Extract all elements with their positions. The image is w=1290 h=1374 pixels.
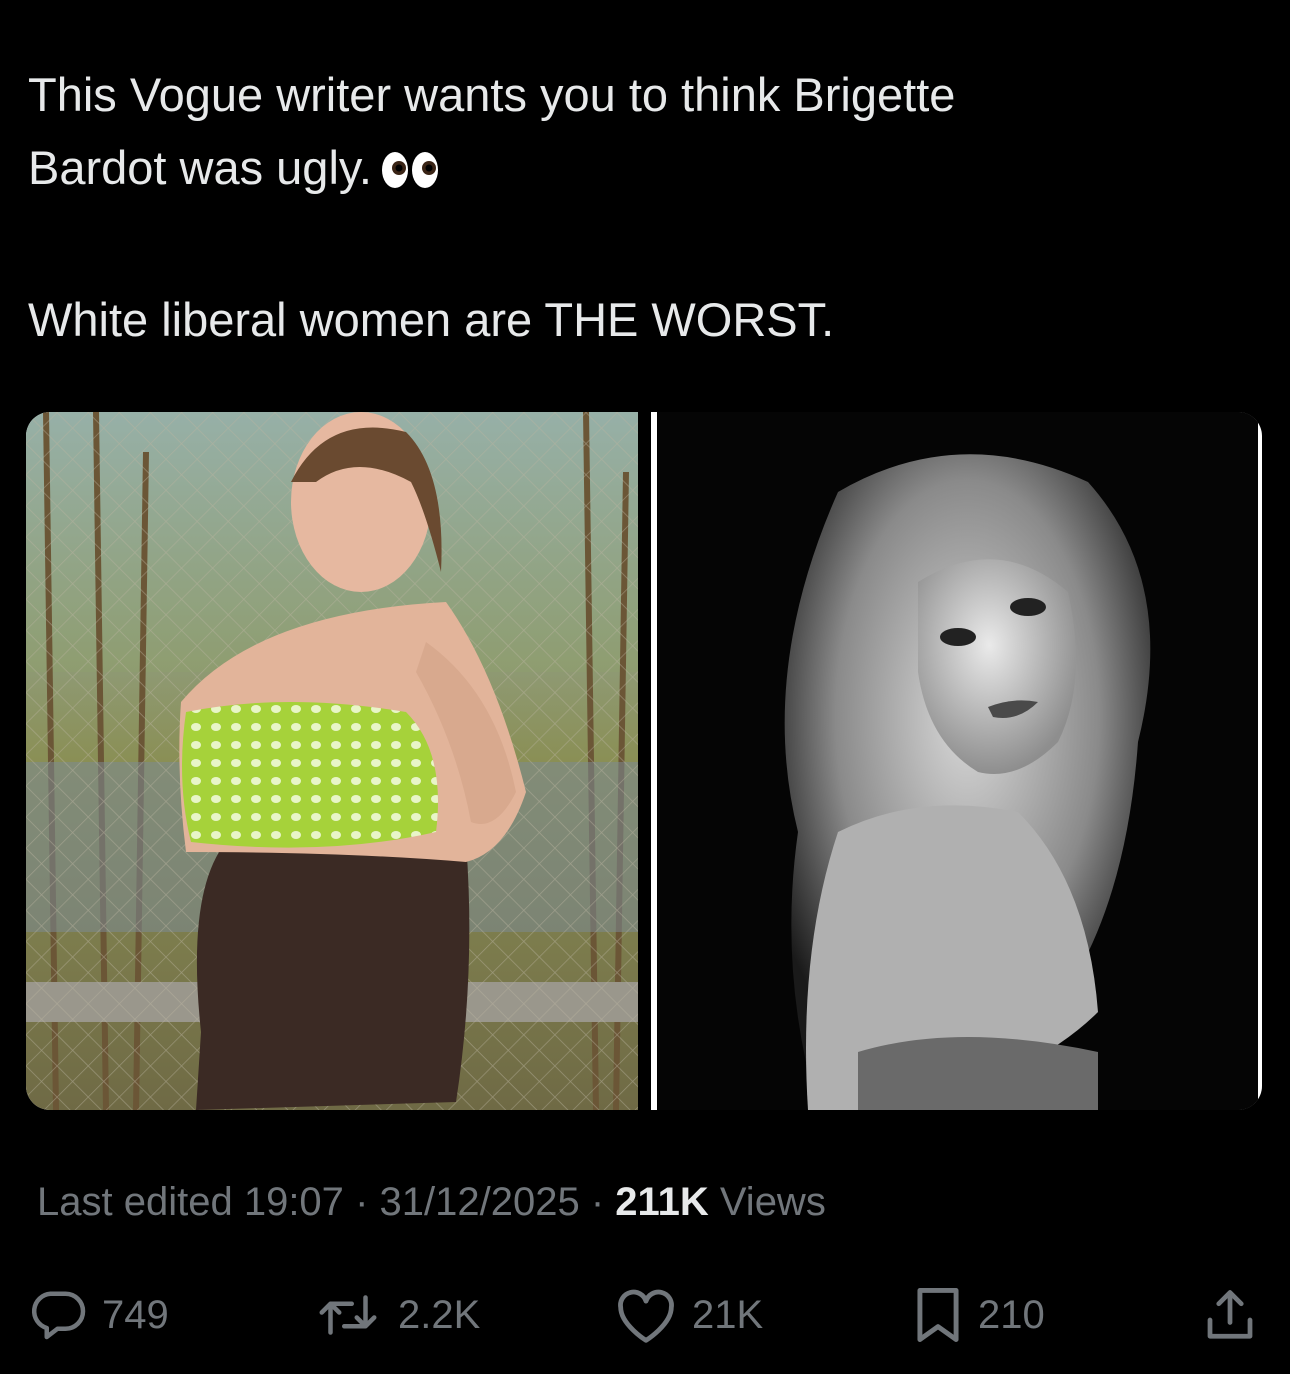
tweet-line-2: Bardot was ugly. — [28, 131, 1248, 210]
reply-button[interactable]: 749 — [28, 1280, 169, 1350]
bookmark-button[interactable]: 210 — [912, 1280, 1045, 1350]
like-count: 21K — [692, 1292, 764, 1337]
tweet-meta: Last edited 19:07 · 31/12/2025 · 211K Vi… — [37, 1180, 826, 1225]
tweet-line-3: White liberal women are THE WORST. — [28, 293, 835, 346]
share-icon — [1200, 1284, 1260, 1346]
media-grid[interactable] — [26, 412, 1262, 1110]
tweet-date[interactable]: 31/12/2025 — [380, 1180, 580, 1224]
repost-count: 2.2K — [398, 1292, 481, 1337]
right-photo[interactable] — [658, 412, 1258, 1110]
left-photo[interactable] — [26, 412, 638, 1110]
bookmark-icon — [912, 1284, 964, 1346]
share-button[interactable] — [1200, 1280, 1260, 1350]
reply-icon — [28, 1285, 88, 1345]
media-divider — [638, 412, 658, 1110]
eyes-emoji-icon — [380, 137, 442, 210]
edited-label[interactable]: Last edited — [37, 1180, 233, 1224]
action-bar: 749 2.2K 21K 210 — [0, 1280, 1290, 1350]
tweet-time[interactable]: 19:07 — [244, 1180, 344, 1224]
tweet-line-1: This Vogue writer wants you to think Bri… — [28, 68, 956, 121]
bookmark-count: 210 — [978, 1292, 1045, 1337]
views-label: Views — [719, 1180, 826, 1224]
tweet-line-2-text: Bardot was ugly. — [28, 141, 372, 194]
meta-separator-2: · — [590, 1180, 605, 1224]
reply-count: 749 — [102, 1292, 169, 1337]
repost-icon — [312, 1285, 384, 1345]
repost-button[interactable]: 2.2K — [312, 1280, 480, 1350]
tweet-text: This Vogue writer wants you to think Bri… — [28, 58, 1248, 356]
meta-separator-1: · — [355, 1180, 369, 1224]
like-button[interactable]: 21K — [614, 1280, 763, 1350]
views-count[interactable]: 211K — [615, 1180, 708, 1224]
like-icon — [614, 1285, 678, 1345]
